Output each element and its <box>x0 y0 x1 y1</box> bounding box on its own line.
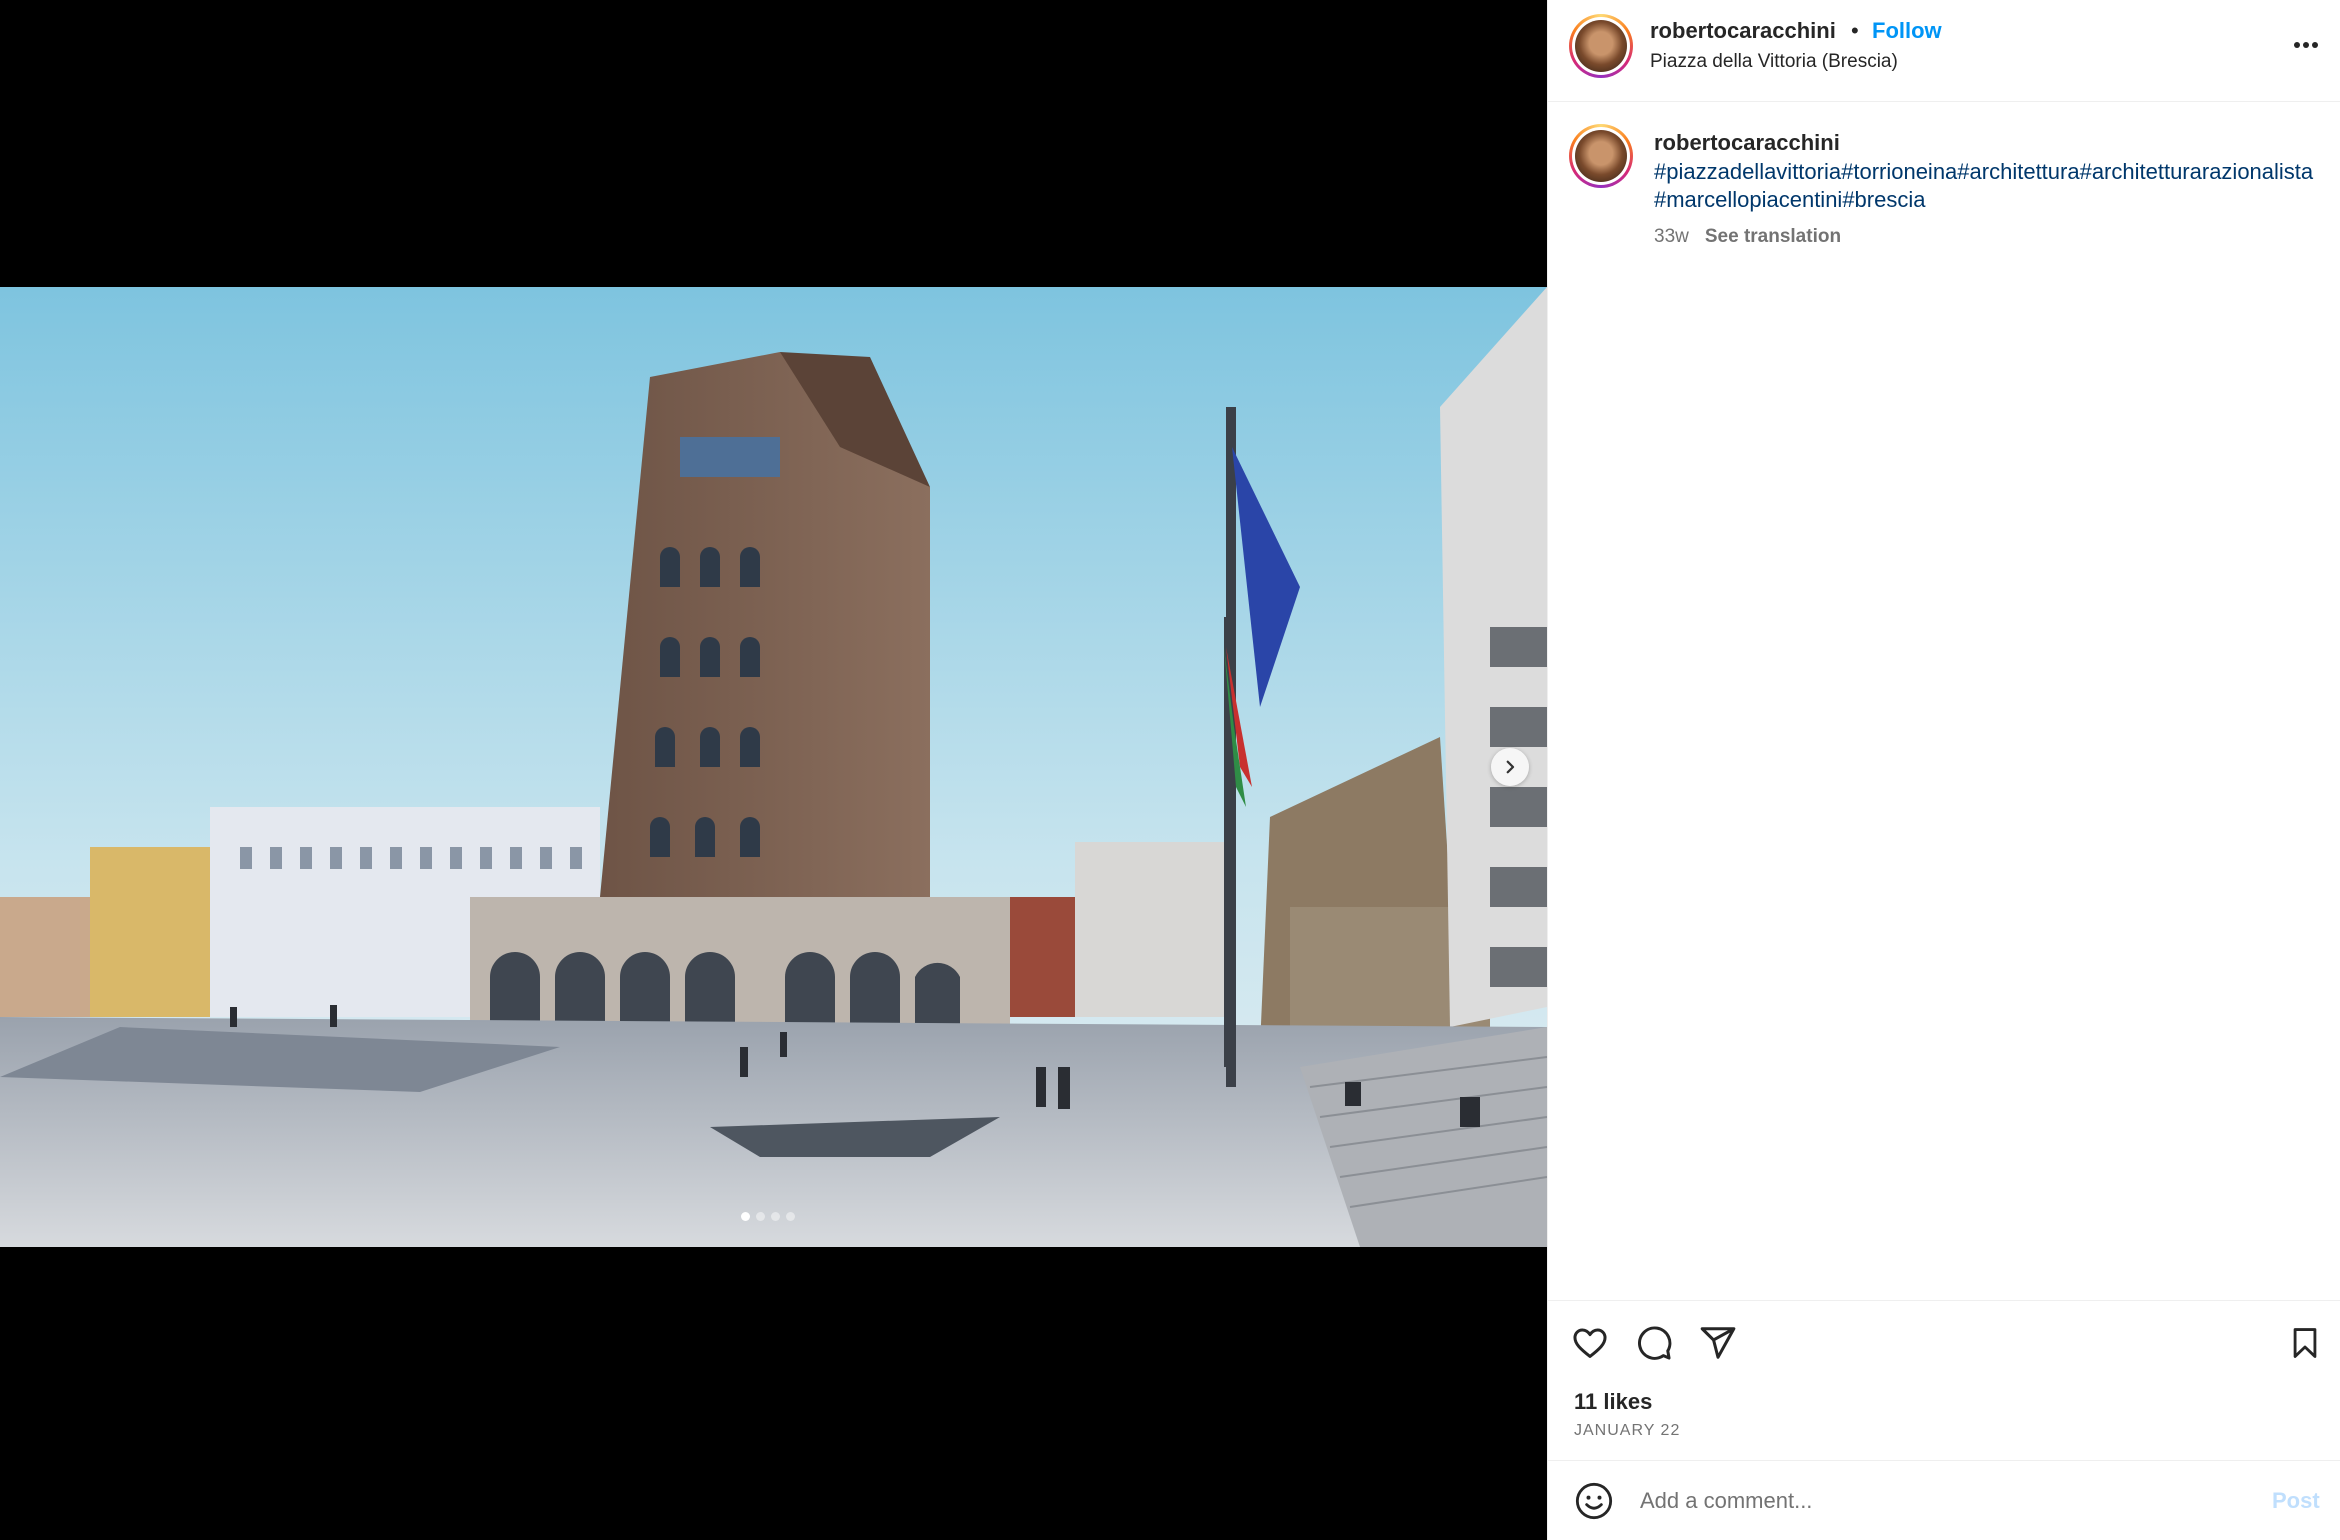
carousel-dot <box>786 1212 795 1221</box>
comment-button[interactable] <box>1632 1321 1676 1365</box>
carousel-dot-active <box>741 1212 750 1221</box>
carousel-dot <box>771 1212 780 1221</box>
piazza-photo-illustration <box>0 287 1547 1247</box>
likes-count[interactable]: 11 likes <box>1574 1389 1652 1415</box>
chevron-right-icon <box>1506 760 1515 774</box>
post-age: 33w <box>1654 226 1689 247</box>
save-button[interactable] <box>2283 1321 2327 1365</box>
location-link[interactable]: Piazza della Vittoria (Brescia) <box>1650 51 1898 73</box>
post-date: JANUARY 22 <box>1574 1422 1681 1439</box>
like-button[interactable] <box>1568 1321 1612 1365</box>
more-options-button[interactable] <box>2286 30 2326 60</box>
emoji-icon <box>1575 1482 1613 1520</box>
bookmark-icon <box>2293 1328 2317 1358</box>
caption-username[interactable]: robertocaracchini <box>1654 130 1840 156</box>
share-button[interactable] <box>1696 1321 1740 1365</box>
caption-meta: 33w See translation <box>1654 226 1841 248</box>
avatar-image <box>1575 130 1627 182</box>
heart-icon <box>1573 1328 1607 1358</box>
caption-avatar[interactable] <box>1569 124 1633 188</box>
emoji-button[interactable] <box>1574 1481 1614 1521</box>
comment-bar: Post <box>1548 1460 2340 1540</box>
carousel-dot <box>756 1212 765 1221</box>
post-photo[interactable] <box>0 287 1547 1247</box>
comment-icon <box>1638 1326 1672 1360</box>
caption-hashtags[interactable]: #piazzadellavittoria#torrioneina#archite… <box>1654 158 2314 214</box>
post-comment-button[interactable]: Post <box>2272 1488 2320 1514</box>
carousel-indicator <box>741 1212 795 1221</box>
send-icon <box>1700 1327 1736 1359</box>
avatar-image <box>1575 20 1627 72</box>
separator-dot: • <box>1851 18 1859 43</box>
see-translation-button[interactable]: See translation <box>1705 226 1841 247</box>
post-details-panel: robertocaracchini • Follow Piazza della … <box>1547 0 2340 1540</box>
post-media-panel <box>0 0 1547 1540</box>
avatar[interactable] <box>1569 14 1633 78</box>
comment-input[interactable] <box>1638 1479 2202 1523</box>
post-header: robertocaracchini • Follow Piazza della … <box>1548 0 2340 102</box>
follow-button[interactable]: Follow <box>1872 18 1942 44</box>
username-link[interactable]: robertocaracchini <box>1650 18 1836 44</box>
next-slide-button[interactable] <box>1491 748 1529 786</box>
action-bar: 11 likes JANUARY 22 <box>1548 1300 2340 1460</box>
more-horizontal-icon <box>2294 42 2318 48</box>
